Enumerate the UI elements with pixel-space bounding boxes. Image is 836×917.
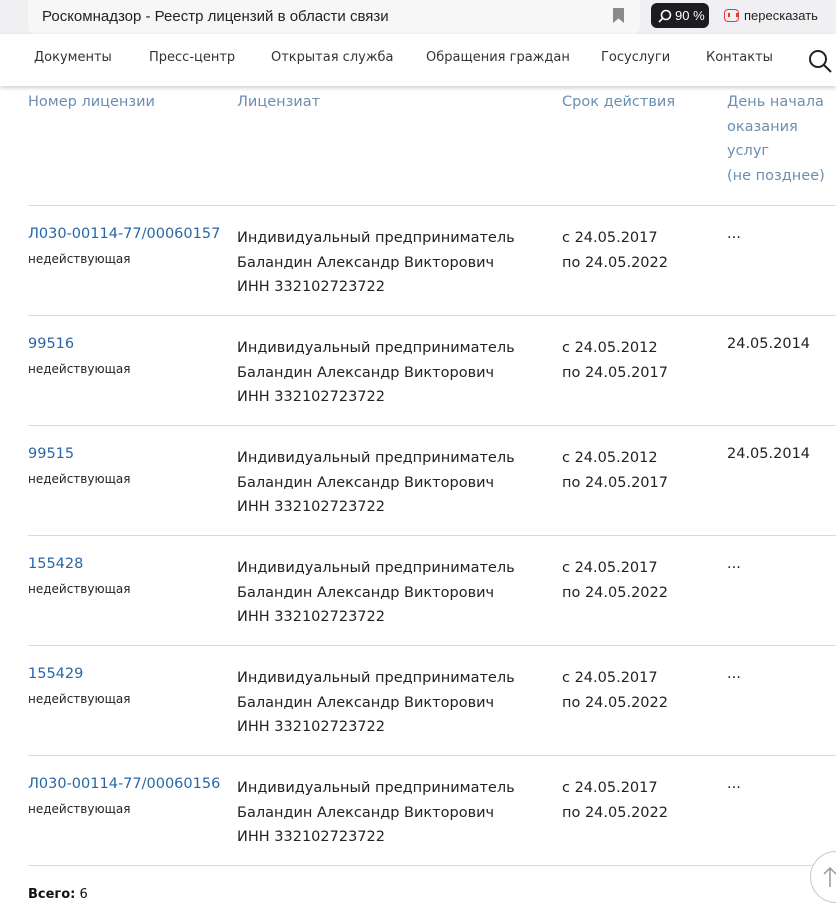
licensee-inn: ИНН 332102723722 xyxy=(237,829,385,845)
term-to: по 24.05.2017 xyxy=(562,364,668,381)
nav-item-gosuslugi[interactable]: Госуслуги xyxy=(601,50,670,65)
start-date: ... xyxy=(727,776,741,792)
licensee-type: Индивидуальный предприниматель xyxy=(237,780,515,796)
term-from: с 24.05.2017 xyxy=(562,230,658,246)
retell-label: пересказать xyxy=(744,8,818,23)
row-divider xyxy=(28,865,836,866)
search-icon[interactable] xyxy=(808,49,832,73)
nav-item-documents[interactable]: Документы xyxy=(34,50,112,65)
zoom-search-icon xyxy=(658,9,672,23)
term-cell: с 24.05.2017 по 24.05.2022 xyxy=(562,776,668,825)
table-row: 99516 недействующая Индивидуальный предп… xyxy=(0,316,836,426)
licensee-name: Баландин Александр Викторович xyxy=(237,474,495,491)
licensee-type: Индивидуальный предприниматель xyxy=(237,560,515,576)
term-cell: с 24.05.2012 по 24.05.2017 xyxy=(562,446,668,495)
licensee-cell: Индивидуальный предприниматель Баландин … xyxy=(237,446,515,520)
licensee-type: Индивидуальный предприниматель xyxy=(237,340,515,356)
browser-top-bar: Роскомнадзор - Реестр лицензий в области… xyxy=(0,0,836,34)
start-date: ... xyxy=(727,666,741,682)
licensee-type: Индивидуальный предприниматель xyxy=(237,670,515,686)
licensee-cell: Индивидуальный предприниматель Баландин … xyxy=(237,336,515,410)
column-header-term: Срок действия xyxy=(562,94,676,110)
license-number-link[interactable]: 99515 xyxy=(28,446,74,462)
license-status: недействующая xyxy=(28,362,131,376)
licensee-name: Баландин Александр Викторович xyxy=(237,694,495,711)
nav-item-open-service[interactable]: Открытая служба xyxy=(271,50,394,65)
zoom-button[interactable]: 90 % xyxy=(651,3,709,28)
licensee-inn: ИНН 332102723722 xyxy=(237,279,385,295)
license-status: недействующая xyxy=(28,582,131,596)
zoom-level: 90 % xyxy=(675,8,705,23)
licensee-cell: Индивидуальный предприниматель Баландин … xyxy=(237,556,515,630)
table-row: 99515 недействующая Индивидуальный предп… xyxy=(0,426,836,536)
bookmark-icon[interactable] xyxy=(613,8,624,23)
term-to: по 24.05.2022 xyxy=(562,584,668,601)
total-count: Всего: 6 xyxy=(28,887,88,902)
start-date: 24.05.2014 xyxy=(727,336,811,352)
license-status: недействующая xyxy=(28,802,131,816)
term-from: с 24.05.2012 xyxy=(562,450,658,466)
licensee-inn: ИНН 332102723722 xyxy=(237,499,385,515)
column-header-start-line: оказания xyxy=(727,118,798,135)
term-from: с 24.05.2012 xyxy=(562,340,658,356)
nav-item-press-center[interactable]: Пресс-центр xyxy=(149,50,235,65)
license-status: недействующая xyxy=(28,472,131,486)
tab-title[interactable]: Роскомнадзор - Реестр лицензий в области… xyxy=(28,0,640,34)
column-header-licensee: Лицензиат xyxy=(237,94,321,110)
term-cell: с 24.05.2012 по 24.05.2017 xyxy=(562,336,668,385)
column-header-number: Номер лицензии xyxy=(28,94,155,110)
yandex-retell-icon xyxy=(724,9,739,22)
licensee-type: Индивидуальный предприниматель xyxy=(237,450,515,466)
nav-item-citizen-appeals[interactable]: Обращения граждан xyxy=(426,50,570,65)
site-nav: Документы Пресс-центр Открытая служба Об… xyxy=(0,34,836,86)
total-label: Всего: xyxy=(28,887,76,902)
term-from: с 24.05.2017 xyxy=(562,670,658,686)
license-number-link[interactable]: 155429 xyxy=(28,666,83,682)
arrow-up-icon xyxy=(823,866,836,887)
license-number-link[interactable]: Л030-00114-77/00060156 xyxy=(28,776,220,792)
term-cell: с 24.05.2017 по 24.05.2022 xyxy=(562,666,668,715)
term-from: с 24.05.2017 xyxy=(562,560,658,576)
licensee-inn: ИНН 332102723722 xyxy=(237,609,385,625)
column-header-start-line: услуг xyxy=(727,143,770,159)
licensee-inn: ИНН 332102723722 xyxy=(237,389,385,405)
term-to: по 24.05.2022 xyxy=(562,804,668,821)
licensee-name: Баландин Александр Викторович xyxy=(237,584,495,601)
licensee-name: Баландин Александр Викторович xyxy=(237,804,495,821)
table-row: 155428 недействующая Индивидуальный пред… xyxy=(0,536,836,646)
license-number-link[interactable]: Л030-00114-77/00060157 xyxy=(28,226,220,242)
license-status: недействующая xyxy=(28,692,131,706)
term-to: по 24.05.2017 xyxy=(562,474,668,491)
nav-item-contacts[interactable]: Контакты xyxy=(706,50,773,65)
table-row: Л030-00114-77/00060156 недействующая Инд… xyxy=(0,756,836,866)
scroll-to-top-button[interactable] xyxy=(810,851,836,903)
column-header-start-line: (не позднее) xyxy=(727,167,825,184)
term-cell: с 24.05.2017 по 24.05.2022 xyxy=(562,226,668,275)
retell-button[interactable]: пересказать xyxy=(722,3,818,28)
license-number-link[interactable]: 155428 xyxy=(28,556,83,572)
term-cell: с 24.05.2017 по 24.05.2022 xyxy=(562,556,668,605)
column-header-start: День начала оказания услуг (не позднее) xyxy=(727,90,825,188)
start-date: 24.05.2014 xyxy=(727,446,811,462)
term-to: по 24.05.2022 xyxy=(562,694,668,711)
licensee-type: Индивидуальный предприниматель xyxy=(237,230,515,246)
table-row: Л030-00114-77/00060157 недействующая Инд… xyxy=(0,206,836,316)
licensee-cell: Индивидуальный предприниматель Баландин … xyxy=(237,226,515,300)
term-to: по 24.05.2022 xyxy=(562,254,668,271)
term-from: с 24.05.2017 xyxy=(562,780,658,796)
license-status: недействующая xyxy=(28,252,131,266)
licensee-name: Баландин Александр Викторович xyxy=(237,364,495,381)
table-row: 155429 недействующая Индивидуальный пред… xyxy=(0,646,836,756)
licensee-inn: ИНН 332102723722 xyxy=(237,719,385,735)
total-value: 6 xyxy=(79,887,88,902)
licensee-cell: Индивидуальный предприниматель Баландин … xyxy=(237,776,515,850)
start-date: ... xyxy=(727,226,741,242)
license-number-link[interactable]: 99516 xyxy=(28,336,74,352)
licensee-name: Баландин Александр Викторович xyxy=(237,254,495,271)
licensee-cell: Индивидуальный предприниматель Баландин … xyxy=(237,666,515,740)
start-date: ... xyxy=(727,556,741,572)
column-header-start-line: День начала xyxy=(727,94,824,110)
